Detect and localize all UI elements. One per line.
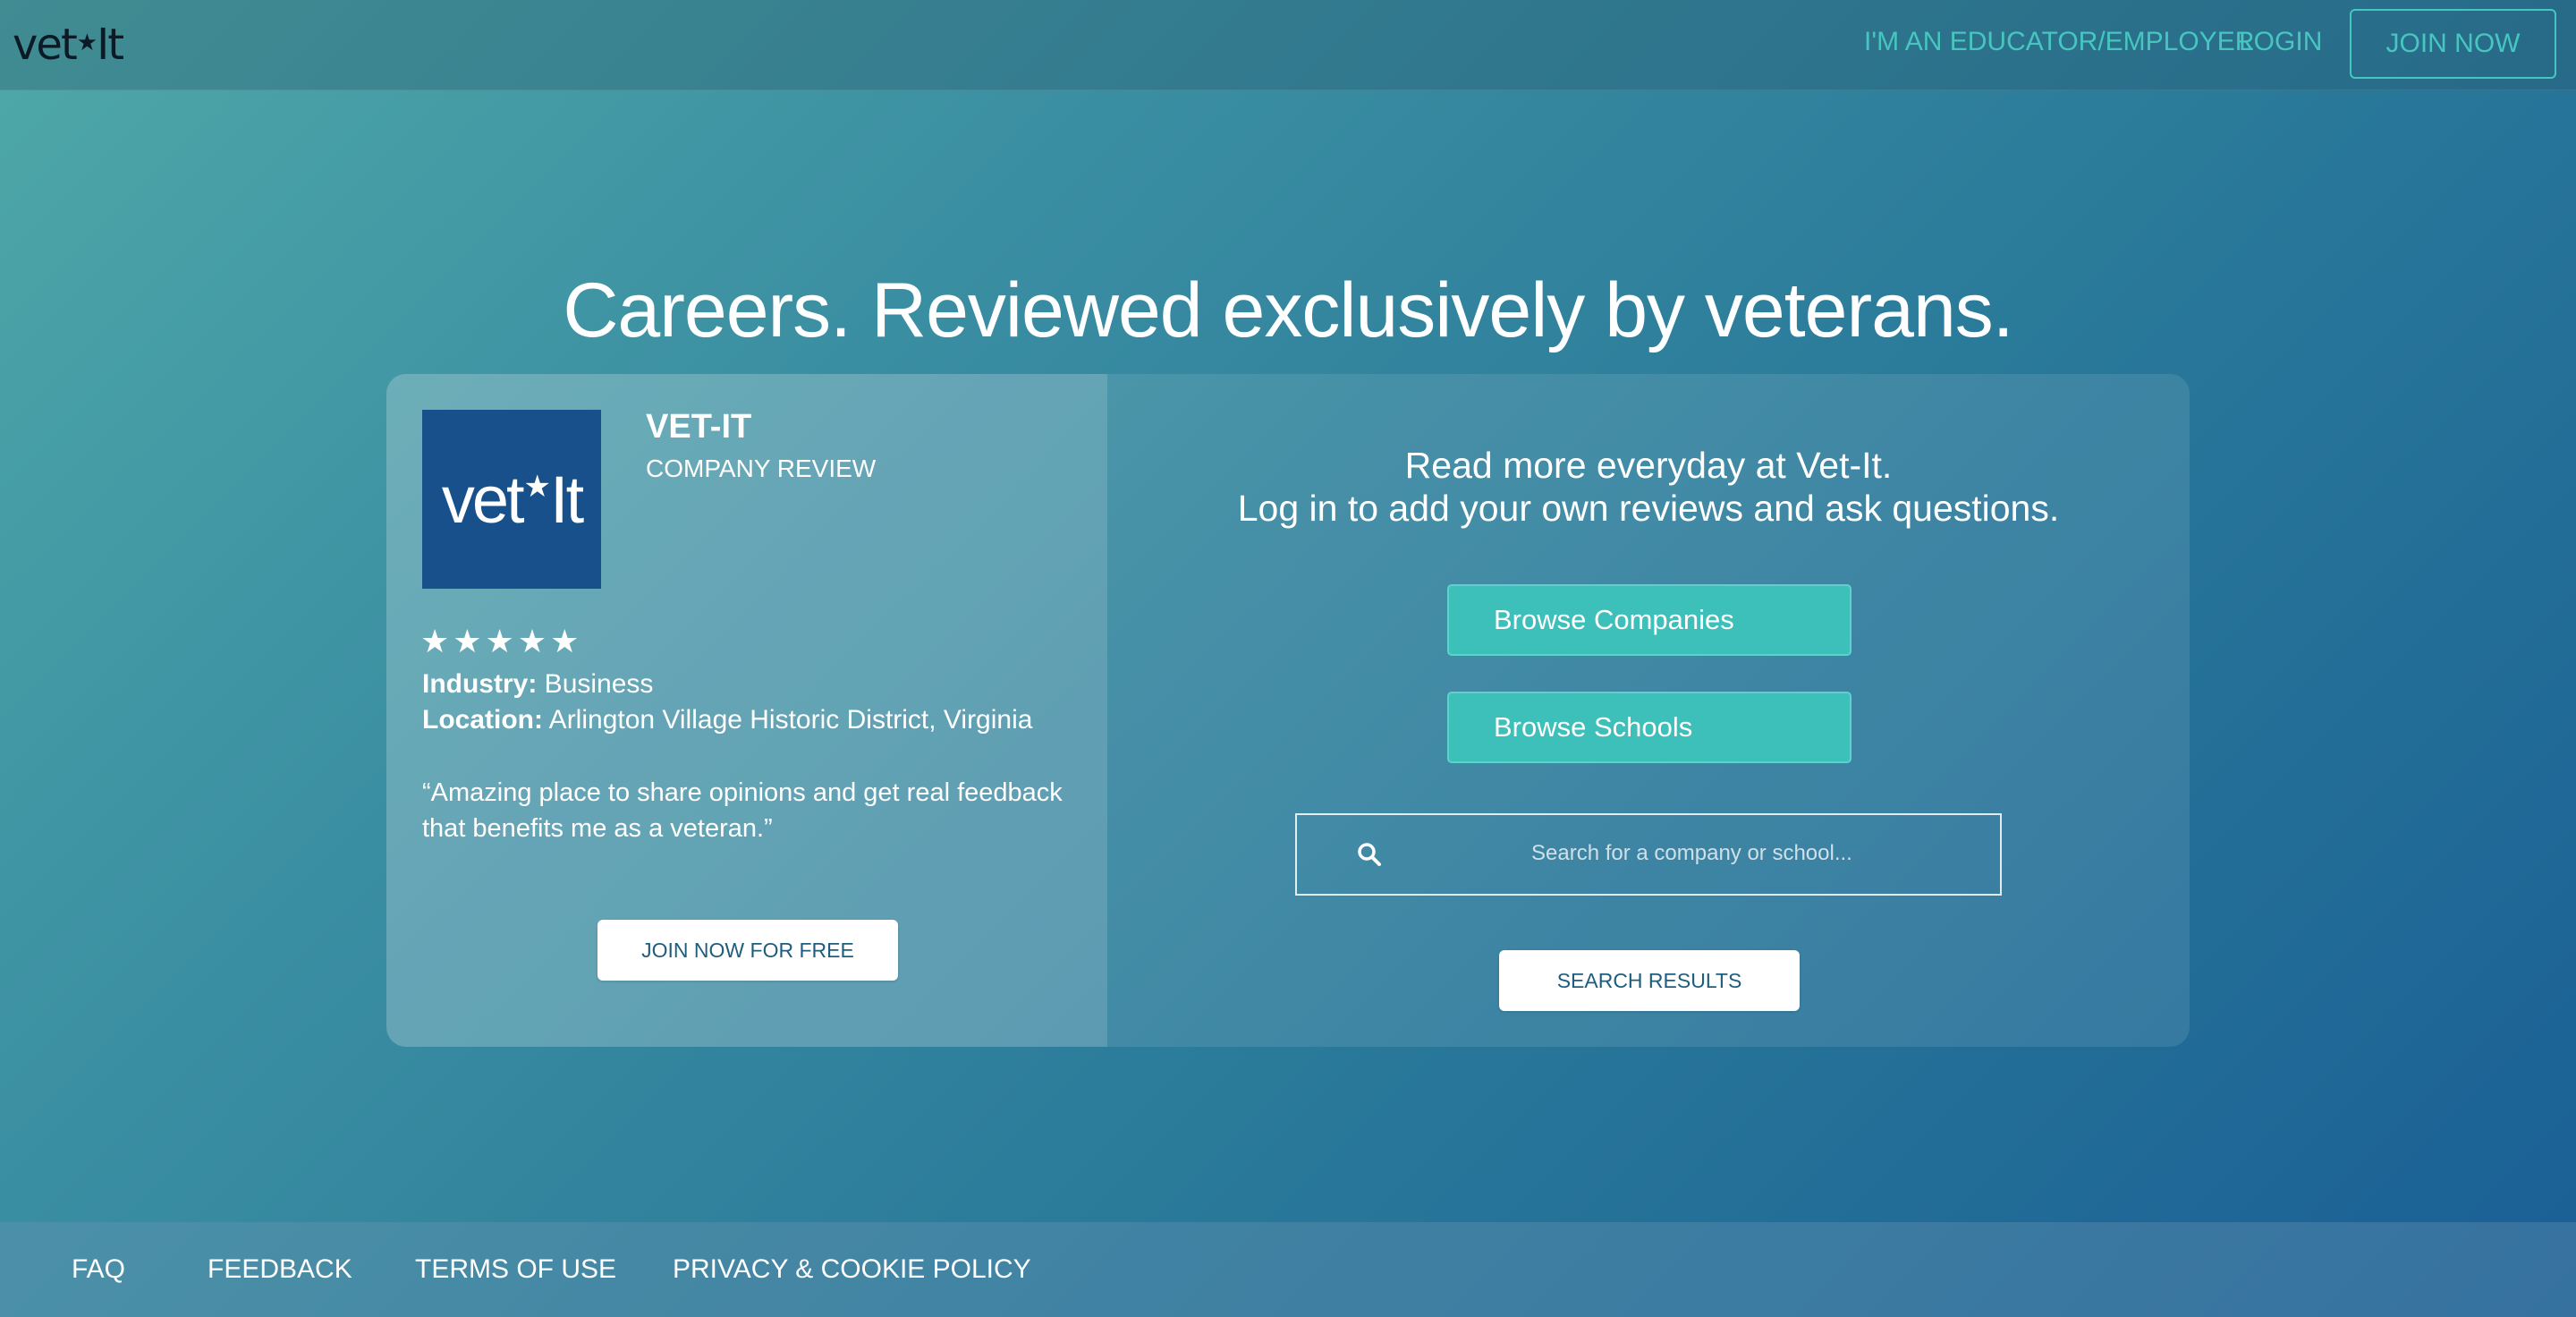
browse-heading-line-2: Log in to add your own reviews and ask q… [1237, 488, 2060, 529]
footer-link-feedback[interactable]: FEEDBACK [208, 1254, 352, 1285]
logo-text-right: It [97, 20, 124, 70]
browse-schools-button[interactable]: Browse Schools [1447, 692, 1852, 763]
review-quote: “Amazing place to share opinions and get… [422, 778, 1063, 843]
join-now-button[interactable]: JOIN NOW [2350, 9, 2556, 79]
search-icon [1358, 843, 1381, 866]
industry-label: Industry: [422, 669, 538, 699]
company-logo: vet ★ It [422, 410, 601, 589]
company-review-label: COMPANY REVIEW [646, 455, 877, 482]
browse-heading: Read more everyday at Vet-It. Log in to … [1107, 444, 2190, 530]
footer-link-faq[interactable]: FAQ [72, 1254, 125, 1285]
logo-star-icon: ★ [76, 30, 97, 56]
site-logo[interactable]: vet★It [13, 20, 124, 70]
educator-employer-link[interactable]: I'M AN EDUCATOR/EMPLOYER [1864, 27, 2254, 57]
industry-line: Industry: Business [422, 669, 653, 700]
login-link[interactable]: LOGIN [2239, 27, 2322, 57]
company-logo-star-icon: ★ [523, 470, 552, 504]
browse-heading-line-1: Read more everyday at Vet-It. [1404, 445, 1893, 486]
footer-link-privacy-cookie-policy[interactable]: PRIVACY & COOKIE POLICY [673, 1254, 1031, 1285]
search-placeholder: Search for a company or school... [1531, 841, 1852, 865]
footer-bar [0, 1222, 2576, 1317]
company-logo-text-left: vet [441, 462, 525, 537]
industry-value: Business [537, 669, 654, 699]
logo-text-left: vet [13, 20, 78, 70]
location-value: Arlington Village Historic District, Vir… [543, 705, 1033, 735]
location-label: Location: [422, 705, 543, 735]
footer-link-terms-of-use[interactable]: TERMS OF USE [415, 1254, 616, 1285]
browse-companies-button[interactable]: Browse Companies [1447, 584, 1852, 656]
location-line: Location: Arlington Village Historic Dis… [422, 705, 1032, 735]
rating-stars-icon: ★★★★★ [420, 623, 583, 659]
join-now-for-free-button[interactable]: JOIN NOW FOR FREE [597, 920, 898, 981]
search-results-button[interactable]: SEARCH RESULTS [1499, 950, 1800, 1011]
hero-title: Careers. Reviewed exclusively by veteran… [563, 268, 2013, 353]
company-name: VET-IT [646, 408, 752, 446]
company-logo-text-right: It [550, 462, 584, 537]
